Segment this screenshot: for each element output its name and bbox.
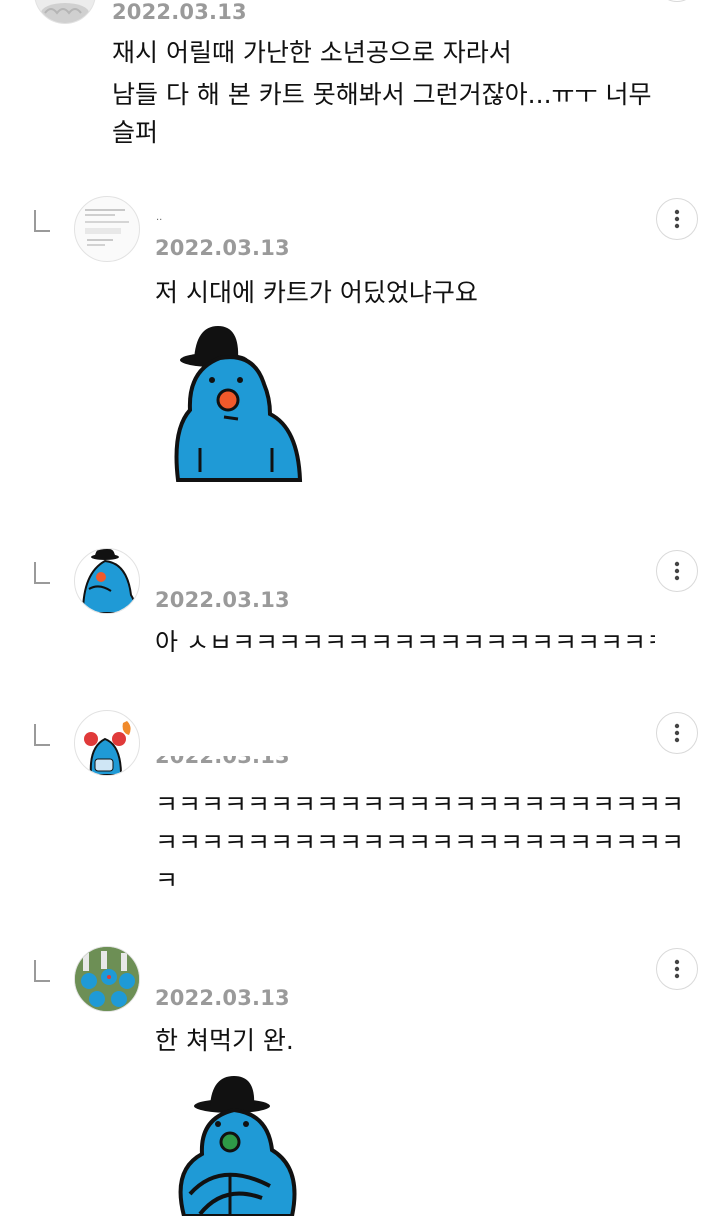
comment-text-line: 슬퍼 — [112, 118, 159, 147]
comment-date: 2022.03.13 — [155, 236, 290, 260]
author-name[interactable]: .. — [156, 212, 162, 223]
reply-arrow-icon — [34, 562, 50, 584]
comment-text-line: 재시 어릴때 가난한 소년공으로 자라서 — [112, 38, 512, 67]
more-vertical-icon — [674, 209, 680, 229]
avatar[interactable] — [74, 548, 140, 614]
comment-date: 2022.03.13 — [155, 756, 290, 768]
more-button[interactable] — [656, 948, 698, 990]
comment-date-clip: 2022.03.13 — [155, 756, 295, 770]
avatar-image — [81, 549, 139, 613]
avatar[interactable] — [74, 946, 140, 1012]
avatar-image — [75, 947, 139, 1011]
blue-character-hugging-sticker — [178, 1076, 297, 1216]
reply-arrow-icon — [34, 960, 50, 982]
comment-text-line: 아 ㅅㅂㅋㅋㅋㅋㅋㅋㅋㅋㅋㅋㅋㅋㅋㅋㅋㅋㅋㅋㅋㅋ — [155, 628, 655, 652]
avatar[interactable] — [34, 0, 96, 24]
more-vertical-icon — [674, 959, 680, 979]
comment-date: 2022.03.13 — [112, 0, 247, 24]
reply-arrow-icon — [34, 724, 50, 746]
comment-text-line: ㅋㅋㅋㅋㅋㅋㅋㅋㅋㅋㅋㅋㅋㅋㅋㅋㅋㅋㅋㅋㅋㅋㅋ — [155, 828, 685, 857]
more-vertical-icon — [674, 723, 680, 743]
more-button[interactable] — [656, 0, 696, 2]
more-button[interactable] — [656, 198, 698, 240]
reply-arrow-icon — [34, 210, 50, 232]
avatar-image — [41, 3, 89, 23]
comment-date: 2022.03.13 — [155, 986, 290, 1010]
more-vertical-icon — [674, 561, 680, 581]
comment-text-line: ㅋㅋㅋㅋㅋㅋㅋㅋㅋㅋㅋㅋㅋㅋㅋㅋㅋㅋㅋㅋㅋㅋㅋ — [155, 790, 685, 819]
more-button[interactable] — [656, 550, 698, 592]
avatar[interactable] — [74, 710, 140, 776]
blue-character-sticker — [174, 326, 303, 482]
comment-text-line: 한 쳐먹기 완. — [155, 1026, 294, 1055]
sticker-image — [160, 1076, 310, 1216]
comment-text-line: 남들 다 해 본 카트 못해봐서 그런거잖아...ㅠㅜ 너무 — [112, 80, 652, 109]
comment-text-clip: 아 ㅅㅂㅋㅋㅋㅋㅋㅋㅋㅋㅋㅋㅋㅋㅋㅋㅋㅋㅋㅋㅋㅋ — [155, 626, 655, 652]
comment-text-line: ㅋ — [155, 866, 179, 895]
comment-text-line: 저 시대에 카트가 어딨었냐구요 — [155, 278, 478, 307]
comment-date: 2022.03.13 — [155, 588, 290, 612]
avatar[interactable] — [74, 196, 140, 262]
avatar-image — [84, 721, 131, 775]
avatar-image — [85, 209, 129, 246]
sticker-image — [160, 320, 310, 490]
more-button[interactable] — [656, 712, 698, 754]
